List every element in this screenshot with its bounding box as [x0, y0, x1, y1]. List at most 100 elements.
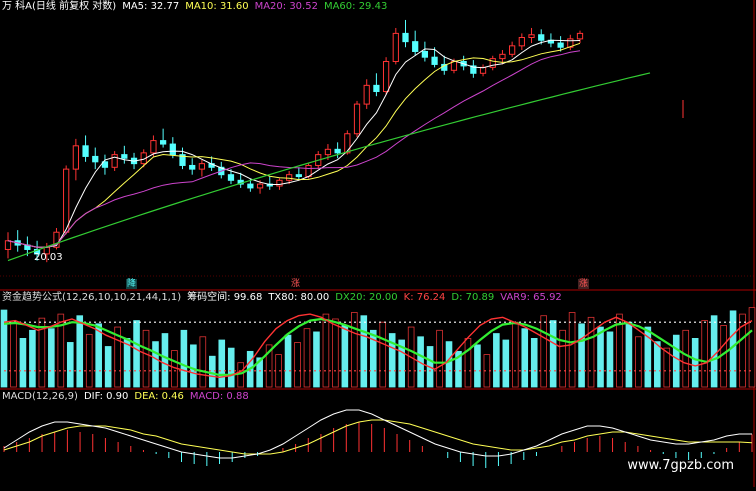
- tx80-label: TX80: 80.00: [268, 292, 330, 303]
- indicator-bar: [464, 337, 472, 388]
- chart-canvas[interactable]: [0, 0, 756, 487]
- low-price-label: 20.03: [34, 252, 63, 263]
- indicator-bar: [351, 312, 358, 388]
- watermark: www.7gpzb.com: [627, 458, 734, 473]
- candle-body: [150, 140, 157, 154]
- indicator-bar: [691, 337, 699, 388]
- indicator-bar: [530, 337, 538, 388]
- var9-label: VAR9: 65.92: [500, 292, 562, 303]
- indicator-bar: [10, 321, 17, 388]
- candle-body: [4, 240, 12, 250]
- indicator-bar: [710, 315, 718, 388]
- candle-body: [121, 154, 128, 159]
- indicator-bar: [322, 313, 330, 388]
- signal-down-mark: 降: [126, 279, 137, 289]
- candle-body: [276, 179, 283, 187]
- candle-body: [82, 145, 89, 157]
- main-header: 万 科A(日线 前复权 对数) MA5: 32.77 MA10: 31.60 MA20…: [2, 1, 393, 13]
- indicator-bar: [436, 329, 443, 388]
- indicator-bar: [104, 346, 112, 388]
- indicator-bar: [360, 315, 368, 388]
- ma10-label: MA10: 31.60: [185, 1, 249, 12]
- indicator-bar: [597, 326, 604, 388]
- indicator-bar: [748, 307, 756, 388]
- indicator-bar: [493, 333, 500, 388]
- indicator-bar: [29, 329, 36, 388]
- candle-body: [382, 61, 390, 93]
- candle-body: [363, 84, 370, 105]
- indicator-bar: [95, 323, 102, 388]
- candle-body: [324, 148, 332, 156]
- indicator-bar: [568, 312, 576, 388]
- indicator-bar: [142, 329, 150, 388]
- candle-body: [344, 133, 351, 154]
- ma20-line: [7, 50, 581, 248]
- indicator-bar: [549, 320, 557, 388]
- candle-body: [518, 36, 525, 47]
- indicator-bar: [209, 355, 216, 388]
- candle-body: [373, 84, 380, 93]
- indicator-bar: [521, 328, 529, 388]
- macd-header: MACD(12,26,9) DIF: 0.90 DEA: 0.46 MACD: 0.8…: [2, 391, 255, 403]
- indicator-bar: [284, 334, 292, 388]
- indicator-bar: [332, 318, 339, 388]
- candle-body: [295, 174, 302, 178]
- indicator-bar: [227, 347, 235, 388]
- indicator-bar: [218, 339, 226, 388]
- indicator-bar: [587, 316, 595, 388]
- indicator-name: 资金趋势公式(12,26,10,10,21,44,1,1): [2, 292, 182, 303]
- indicator-bar: [303, 328, 311, 388]
- indicator-bar: [152, 341, 159, 388]
- indicator-bar: [161, 333, 169, 388]
- candle-body: [509, 45, 516, 55]
- indicator-bar: [341, 325, 349, 388]
- indicator-bar: [313, 331, 320, 388]
- candle-body: [189, 164, 196, 170]
- macd-value-label: MACD: 0.88: [189, 391, 249, 402]
- candle-body: [538, 34, 545, 41]
- candle-body: [450, 61, 458, 71]
- candle-body: [286, 174, 293, 181]
- candle-body: [72, 145, 79, 170]
- indicator-bar: [606, 331, 614, 388]
- candle-body: [256, 183, 264, 189]
- indicator-bar: [180, 329, 188, 388]
- candle-body: [227, 174, 235, 181]
- indicator-bar: [540, 315, 547, 388]
- ma5-line: [7, 39, 581, 248]
- ma20-label: MA20: 30.52: [254, 1, 318, 12]
- indicator-bar: [701, 320, 708, 388]
- indicator-bar: [474, 344, 481, 388]
- macd-name: MACD(12,26,9): [2, 391, 78, 402]
- candle-body: [557, 42, 564, 48]
- indicator-bar: [76, 315, 84, 388]
- indicator-bar: [672, 334, 680, 388]
- ma60-label: MA60: 29.43: [323, 1, 388, 12]
- candle-body: [159, 140, 167, 145]
- chart-stage: 万 科A(日线 前复权 对数) MA5: 32.77 MA10: 31.60 MA20…: [0, 0, 756, 487]
- candle-body: [499, 53, 506, 60]
- indicator-bar: [682, 329, 690, 388]
- indicator-bar: [502, 339, 510, 388]
- candle-body: [111, 154, 118, 168]
- stock-title: 万 科A(日线 前复权 对数): [2, 1, 117, 12]
- dea-label: DEA: 0.46: [134, 391, 184, 402]
- candle-body: [169, 143, 176, 156]
- candle-body: [402, 32, 409, 43]
- candle-body: [412, 41, 419, 52]
- candle-body: [92, 155, 99, 163]
- candle-body: [334, 148, 341, 154]
- candle-body: [198, 163, 206, 170]
- k-label: K: 76.24: [403, 292, 446, 303]
- indicator-bar: [85, 333, 93, 388]
- dif-label: DIF: 0.90: [83, 391, 129, 402]
- candle-body: [431, 56, 438, 65]
- candle-body: [479, 66, 487, 74]
- indicator-bar: [19, 337, 27, 388]
- dx20-label: DX20: 20.00: [335, 292, 398, 303]
- ma10-line: [7, 42, 581, 248]
- indicator-bar: [48, 328, 55, 388]
- candle-body: [392, 32, 399, 63]
- indicator-bar: [66, 342, 74, 388]
- indicator-bar: [133, 320, 140, 388]
